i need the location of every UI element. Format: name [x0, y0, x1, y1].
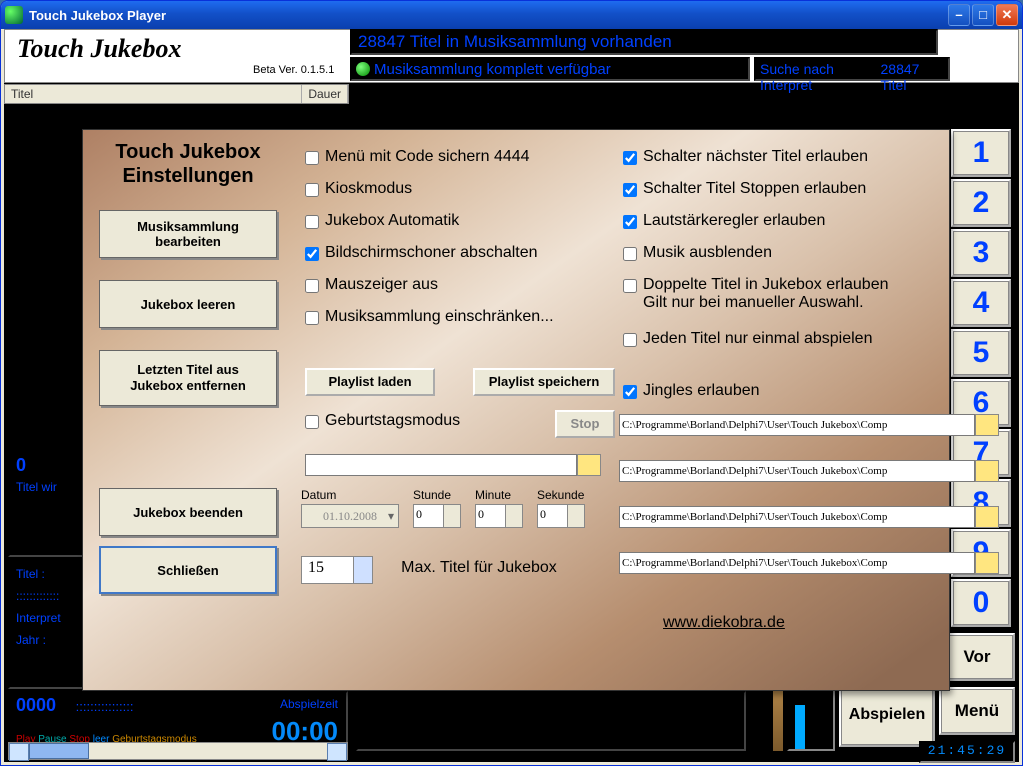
settings-dialog: Touch JukeboxEinstellungen Musiksammlung…	[82, 129, 950, 691]
max-titles-label: Max. Titel für Jukebox	[401, 559, 557, 576]
check-play-once[interactable]: Jeden Titel nur einmal abspielen	[623, 330, 872, 348]
birthday-path-input[interactable]	[305, 454, 577, 476]
now-playing-meta-panel: Titel : ::::::::::::: Interpret Jahr :	[8, 561, 93, 689]
check-stop-allowed[interactable]: Schalter Titel Stoppen erlauben	[623, 180, 866, 198]
check-fadeout[interactable]: Musik ausblenden	[623, 244, 772, 262]
browse-icon[interactable]	[577, 454, 601, 476]
close-dialog-button[interactable]: Schließen	[99, 546, 277, 594]
second-spinner[interactable]: 0	[537, 504, 585, 528]
availability-status: Musiksammlung komplett verfügbar	[350, 57, 750, 81]
check-screensaver[interactable]: Bildschirmschoner abschalten	[305, 244, 538, 262]
check-volume[interactable]: Lautstärkeregler erlauben	[623, 212, 825, 230]
max-titles-spinner[interactable]: 15	[301, 556, 373, 584]
horizontal-scrollbar[interactable]	[8, 742, 348, 760]
playlist-header: Titel Dauer	[4, 84, 349, 104]
datum-label: Datum	[301, 488, 336, 502]
check-automatik[interactable]: Jukebox Automatik	[305, 212, 459, 230]
check-jingles[interactable]: Jingles erlauben	[623, 382, 760, 400]
menu-button[interactable]: Menü	[939, 687, 1015, 735]
check-duplicates[interactable]: Doppelte Titel in Jukebox erlauben Gilt …	[623, 276, 889, 312]
playlist-save-button[interactable]: Playlist speichern	[473, 368, 615, 396]
check-birthday-mode[interactable]: Geburtstagsmodus	[305, 412, 460, 430]
check-next-allowed[interactable]: Schalter nächster Titel erlauben	[623, 148, 868, 166]
app-title: Touch Jukebox	[17, 34, 181, 64]
app-icon	[5, 6, 23, 24]
browse-icon[interactable]	[975, 552, 999, 574]
window-title: Touch Jukebox Player	[29, 8, 166, 23]
minute-label: Minute	[475, 488, 511, 502]
jingle-path-1[interactable]	[619, 414, 975, 436]
check-hide-cursor[interactable]: Mauszeiger aus	[305, 276, 438, 294]
key-0[interactable]: 0	[951, 579, 1011, 627]
window-maximize-button[interactable]: □	[972, 4, 994, 26]
remove-last-button[interactable]: Letzten Titel ausJukebox entfernen	[99, 350, 277, 406]
center-display	[356, 691, 746, 751]
forward-button[interactable]: Vor	[939, 633, 1015, 681]
version-label: Beta Ver. 0.1.5.1	[253, 64, 334, 76]
browse-icon[interactable]	[975, 506, 999, 528]
window-close-button[interactable]: ✕	[996, 4, 1018, 26]
key-2[interactable]: 2	[951, 179, 1011, 227]
column-titel[interactable]: Titel	[5, 85, 302, 103]
play-button[interactable]: Abspielen	[839, 683, 935, 747]
titlebar[interactable]: Touch Jukebox Player – □ ✕	[1, 1, 1022, 29]
key-4[interactable]: 4	[951, 279, 1011, 327]
key-5[interactable]: 5	[951, 329, 1011, 377]
check-kiosk[interactable]: Kioskmodus	[305, 180, 412, 198]
window-minimize-button[interactable]: –	[948, 4, 970, 26]
birthday-stop-button[interactable]: Stop	[555, 410, 615, 438]
jingle-path-3[interactable]	[619, 506, 975, 528]
key-3[interactable]: 3	[951, 229, 1011, 277]
date-picker[interactable]: 01.10.2008	[301, 504, 399, 528]
hour-spinner[interactable]: 0	[413, 504, 461, 528]
quit-jukebox-button[interactable]: Jukebox beenden	[99, 488, 277, 536]
collection-status: 28847 Titel in Musiksammlung vorhanden	[350, 29, 938, 55]
playlist-load-button[interactable]: Playlist laden	[305, 368, 435, 396]
key-1[interactable]: 1	[951, 129, 1011, 177]
jingle-path-4[interactable]	[619, 552, 975, 574]
edit-collection-button[interactable]: Musiksammlung bearbeiten	[99, 210, 277, 258]
minute-spinner[interactable]: 0	[475, 504, 523, 528]
check-restrict[interactable]: Musiksammlung einschränken...	[305, 308, 554, 326]
website-link[interactable]: www.diekobra.de	[663, 614, 785, 632]
clear-jukebox-button[interactable]: Jukebox leeren	[99, 280, 277, 328]
search-status: Suche nach Interpret28847 Titel	[754, 57, 950, 81]
browse-icon[interactable]	[975, 414, 999, 436]
status-led-icon	[356, 62, 370, 76]
browse-icon[interactable]	[975, 460, 999, 482]
column-dauer[interactable]: Dauer	[302, 85, 348, 103]
clock-display: 21:45:29	[919, 741, 1015, 763]
jingle-path-2[interactable]	[619, 460, 975, 482]
check-menu-code[interactable]: Menü mit Code sichern 4444	[305, 148, 530, 166]
sekunde-label: Sekunde	[537, 488, 584, 502]
stunde-label: Stunde	[413, 488, 451, 502]
dialog-title: Touch JukeboxEinstellungen	[83, 140, 293, 188]
queue-count-panel: 0 Titel wir	[8, 449, 93, 557]
